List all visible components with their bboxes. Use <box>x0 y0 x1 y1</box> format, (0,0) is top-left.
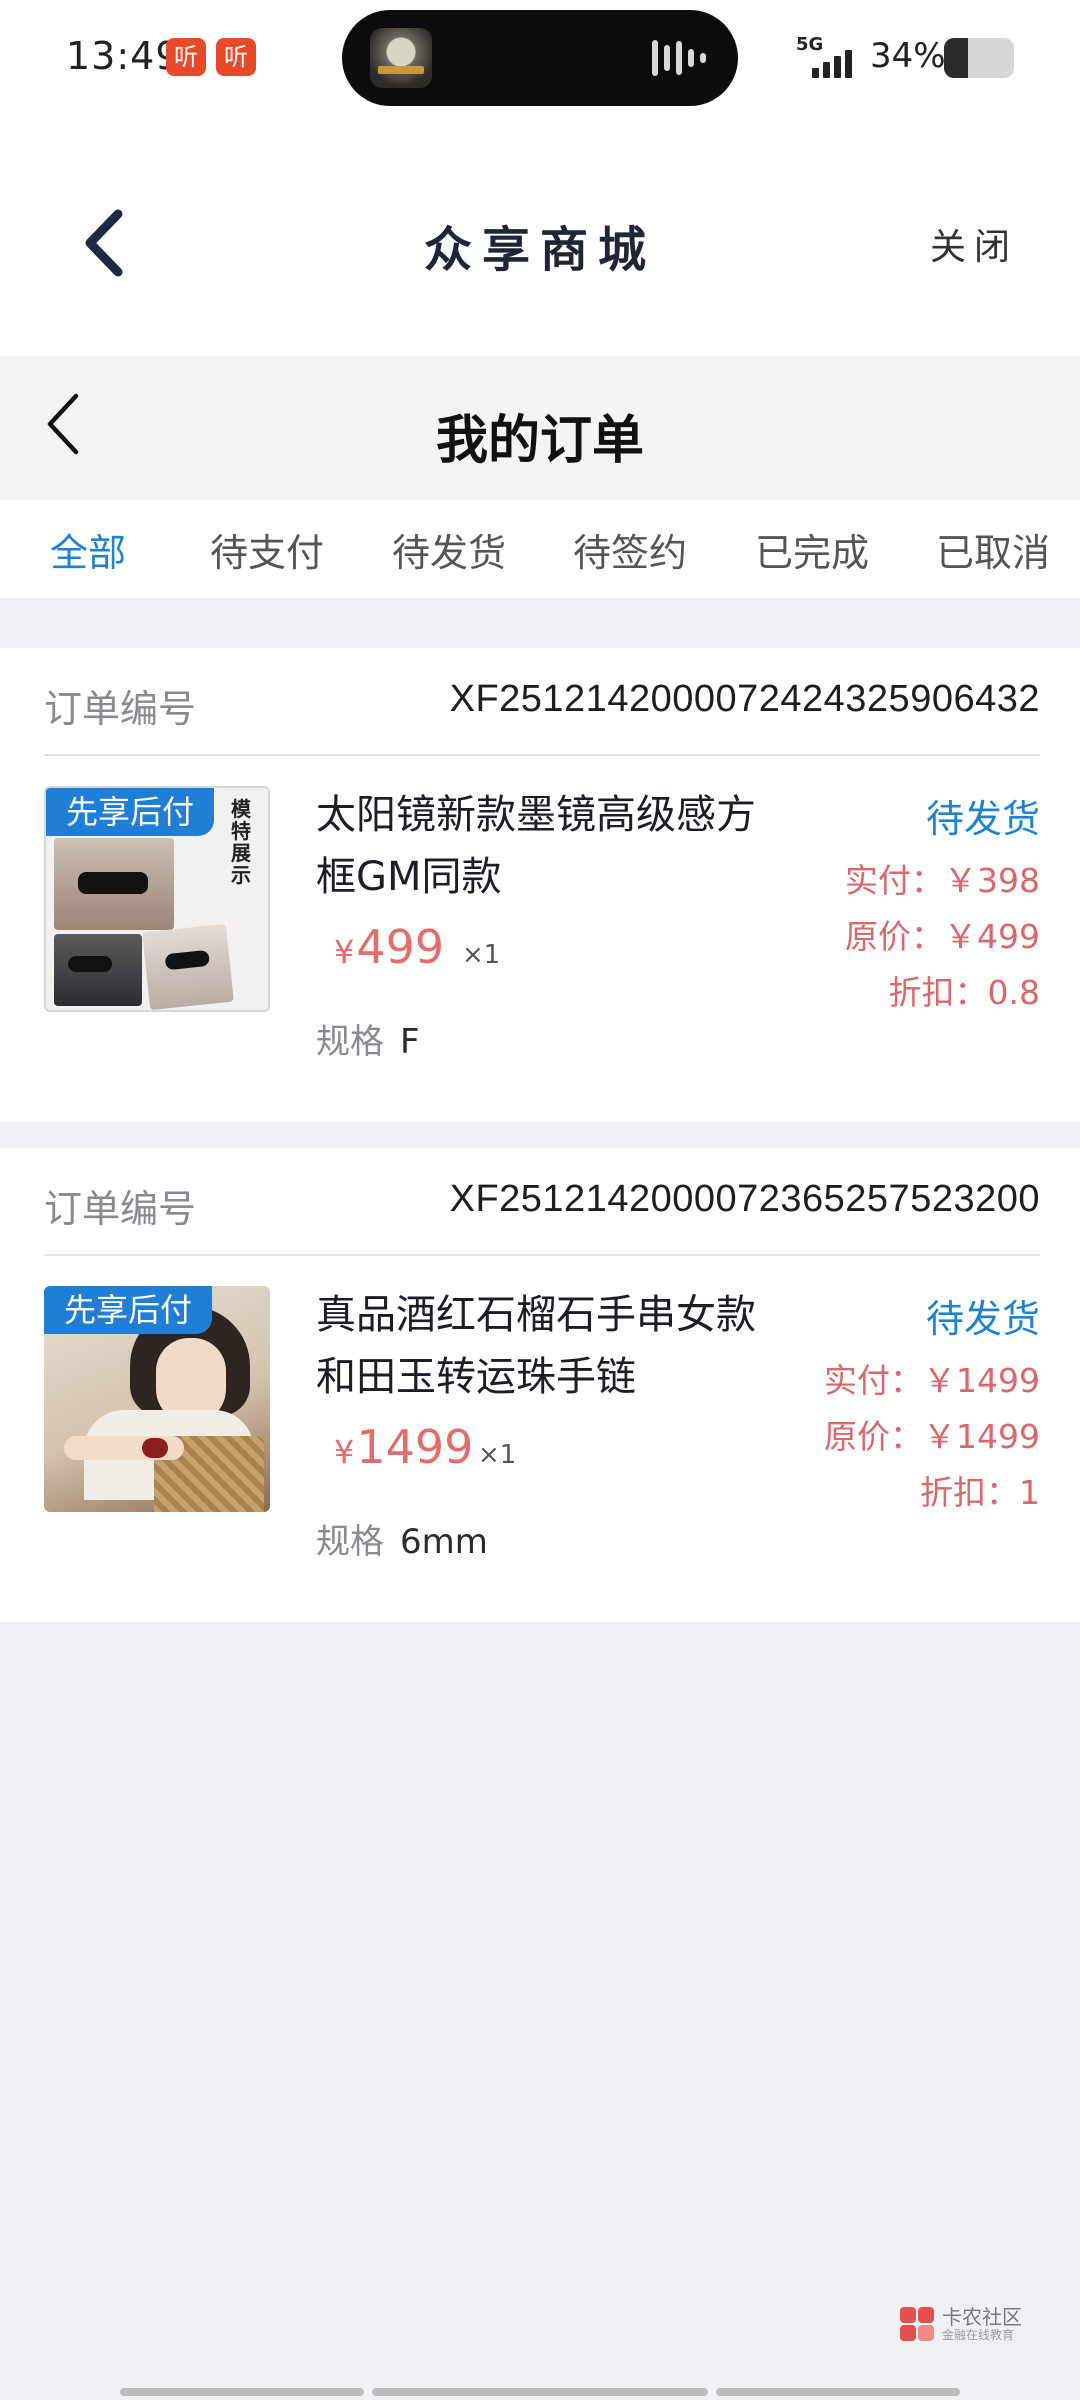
battery-fill <box>944 38 968 78</box>
product-title[interactable]: 太阳镜新款墨镜高级感方框GM同款 <box>316 784 766 908</box>
signal-icon <box>812 44 862 78</box>
tab-pending-sign[interactable]: 待签约 <box>573 522 687 577</box>
product-price: ¥499 <box>334 920 444 974</box>
model-photo <box>54 838 174 930</box>
tab-all[interactable]: 全部 <box>50 522 126 577</box>
product-quantity: ×1 <box>478 1440 517 1470</box>
spec-value: F <box>400 1022 420 1062</box>
tab-cancelled[interactable]: 已取消 <box>936 522 1050 577</box>
order-card[interactable]: 订单编号 XF2512142000072424325906432 模特展示 先享… <box>0 648 1080 1122</box>
battery-percent: 34% <box>870 36 946 76</box>
sunglasses-shape <box>78 872 148 894</box>
product-spec: 规格 F <box>316 1014 420 1063</box>
paid-amount: 实付：￥398 <box>845 861 1040 900</box>
divider <box>44 1254 1040 1256</box>
tab-pending-payment[interactable]: 待支付 <box>210 522 324 577</box>
order-status: 待发货 <box>925 797 1040 841</box>
watermark-subtitle: 金融在线教育 <box>942 2328 1015 2342</box>
nav-gesture-bar <box>372 2388 708 2396</box>
page-header: 我的订单 <box>0 356 1080 500</box>
order-number-label: 订单编号 <box>44 687 197 731</box>
product-title[interactable]: 真品酒红石榴石手串女款和田玉转运珠手链 <box>316 1284 766 1408</box>
status-bar: 13:49 听 听 5G 34% <box>0 0 1080 118</box>
nav-gesture-bar <box>716 2388 960 2396</box>
tab-completed[interactable]: 已完成 <box>755 522 869 577</box>
order-number-label: 订单编号 <box>44 1187 197 1231</box>
order-number: XF2512142000072424325906432 <box>449 678 1040 720</box>
spec-label: 规格 <box>316 1022 384 1062</box>
product-price: ¥1499 <box>334 1420 473 1474</box>
status-time: 13:49 <box>66 34 181 78</box>
nav-gesture-bar <box>120 2388 364 2396</box>
notification-icon: 听 <box>166 38 206 76</box>
tab-pending-shipment[interactable]: 待发货 <box>392 522 506 577</box>
media-artwork-icon <box>370 28 432 88</box>
watermark-text: 卡农社区 金融在线教育 <box>942 2306 1022 2342</box>
sunglasses-shape <box>68 956 112 972</box>
product-image[interactable]: 模特展示 先享后付 <box>44 786 270 1012</box>
currency-symbol: ¥ <box>334 1433 355 1471</box>
pay-later-badge: 先享后付 <box>44 1286 213 1334</box>
battery-icon <box>944 38 1014 78</box>
price-value: 1499 <box>356 1420 474 1474</box>
bracelet-shape <box>142 1438 168 1458</box>
spec-value: 6mm <box>400 1522 488 1562</box>
pay-later-badge: 先享后付 <box>46 788 215 836</box>
divider <box>44 754 1040 756</box>
original-price: 原价：￥499 <box>845 917 1040 956</box>
model-photo <box>142 923 234 1010</box>
product-image[interactable]: 先享后付 <box>44 1286 270 1512</box>
discount: 折扣：1 <box>920 1473 1040 1512</box>
price-value: 499 <box>356 920 445 974</box>
close-button[interactable]: 关闭 <box>930 218 1018 270</box>
thumb-caption: 模特展示 <box>231 797 251 887</box>
notification-icon: 听 <box>216 38 256 76</box>
order-status: 待发货 <box>925 1297 1040 1341</box>
sunglasses-shape <box>164 949 210 971</box>
app-title: 众享商城 <box>423 222 656 278</box>
original-price: 原价：￥1499 <box>824 1417 1040 1456</box>
app-header: 众享商城 关闭 <box>0 118 1080 356</box>
currency-symbol: ¥ <box>334 933 355 971</box>
watermark-logo-icon <box>900 2307 934 2341</box>
order-number: XF2512142000072365257523200 <box>449 1178 1040 1220</box>
order-card[interactable]: 订单编号 XF2512142000072365257523200 先享后付 真品… <box>0 1148 1080 1622</box>
model-photo <box>54 934 142 1006</box>
watermark-title: 卡农社区 <box>942 2305 1022 2329</box>
page-title: 我的订单 <box>435 411 644 471</box>
spec-label: 规格 <box>316 1522 384 1562</box>
audio-wave-icon <box>652 40 712 76</box>
discount: 折扣：0.8 <box>888 973 1040 1012</box>
product-spec: 规格 6mm <box>316 1514 488 1563</box>
product-quantity: ×1 <box>462 940 501 970</box>
dynamic-island[interactable] <box>342 10 738 106</box>
order-tabs: 全部 待支付 待发货 待签约 已完成 已取消 <box>0 500 1080 598</box>
paid-amount: 实付：￥1499 <box>824 1361 1040 1400</box>
watermark: 卡农社区 金融在线教育 <box>900 2306 1022 2342</box>
